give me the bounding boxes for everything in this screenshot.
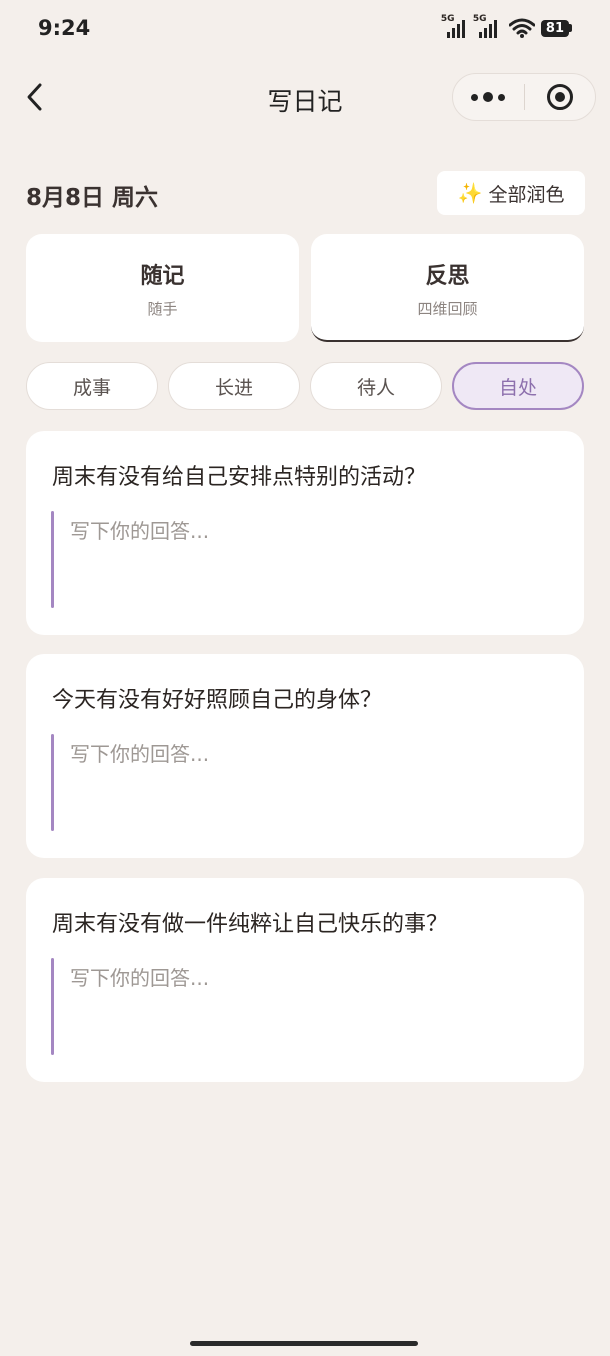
target-icon bbox=[546, 84, 573, 110]
polish-all-label: 全部润色 bbox=[488, 183, 565, 206]
mode-subtitle: 随手 bbox=[147, 300, 178, 318]
status-icons: 5G 5G 81 bbox=[441, 14, 572, 38]
answer-input[interactable] bbox=[70, 515, 560, 605]
tab-achievement[interactable]: 成事 bbox=[26, 362, 158, 410]
question-text: 今天有没有好好照顾自己的身体？ bbox=[52, 688, 383, 713]
question-text: 周末有没有给自己安排点特别的活动？ bbox=[52, 465, 427, 490]
more-button[interactable] bbox=[453, 74, 524, 120]
answer-accent-bar bbox=[51, 734, 54, 831]
battery-icon: 81 bbox=[540, 19, 572, 37]
mini-program-capsule bbox=[452, 73, 596, 121]
question-text: 周末有没有做一件纯粹让自己快乐的事？ bbox=[52, 912, 449, 937]
question-card: 今天有没有好好照顾自己的身体？ bbox=[26, 654, 584, 858]
question-card: 周末有没有给自己安排点特别的活动？ bbox=[26, 431, 584, 635]
mode-card-note[interactable]: 随记 随手 bbox=[26, 234, 299, 342]
wifi-icon bbox=[508, 18, 535, 38]
tab-relationships[interactable]: 待人 bbox=[310, 362, 442, 410]
signal-icon: 5G bbox=[441, 14, 465, 38]
answer-input[interactable] bbox=[70, 738, 560, 828]
polish-all-button[interactable]: ✨ 全部润色 bbox=[437, 171, 585, 215]
signal-icon: 5G bbox=[473, 14, 497, 38]
tab-self[interactable]: 自处 bbox=[452, 362, 584, 410]
tab-growth[interactable]: 长进 bbox=[168, 362, 300, 410]
home-indicator[interactable] bbox=[190, 1341, 418, 1346]
close-miniprogram-button[interactable] bbox=[525, 74, 596, 120]
sparkle-icon: ✨ bbox=[457, 181, 483, 205]
status-time: 9:24 bbox=[38, 16, 91, 40]
answer-accent-bar bbox=[51, 958, 54, 1055]
answer-input[interactable] bbox=[70, 962, 560, 1052]
more-icon bbox=[471, 92, 506, 102]
answer-accent-bar bbox=[51, 511, 54, 608]
mode-card-reflection[interactable]: 反思 四维回顾 bbox=[311, 234, 584, 342]
mode-title: 随记 bbox=[140, 264, 185, 289]
mode-subtitle: 四维回顾 bbox=[417, 300, 478, 318]
date-label: 8月8日 周六 bbox=[26, 185, 159, 211]
mode-title: 反思 bbox=[425, 264, 470, 289]
question-card: 周末有没有做一件纯粹让自己快乐的事？ bbox=[26, 878, 584, 1082]
